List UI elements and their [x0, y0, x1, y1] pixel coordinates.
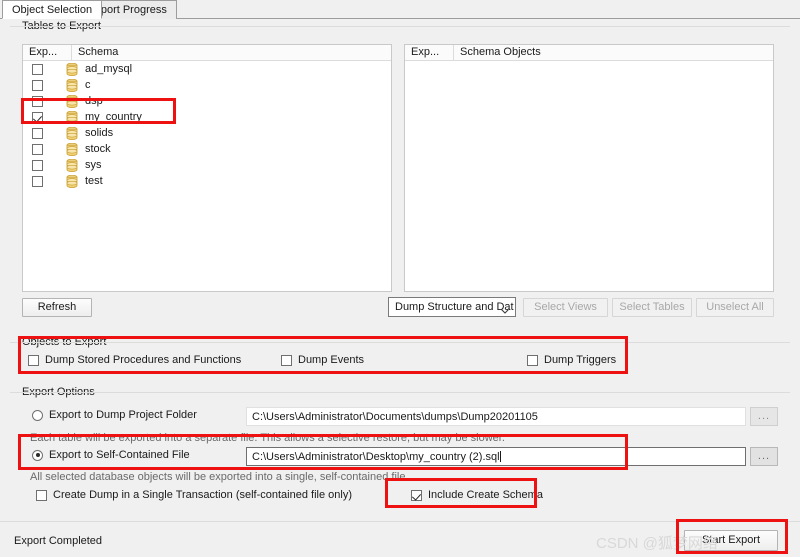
database-icon — [66, 78, 78, 92]
schema-objects-list-header: Exp... Schema Objects — [405, 45, 773, 61]
database-icon — [66, 94, 78, 108]
data-export-window: Object Selection Export Progress Tables … — [0, 0, 800, 557]
dump-stored-procedures-checkbox[interactable] — [28, 354, 39, 366]
project-folder-browse-button[interactable]: ... — [750, 407, 778, 426]
status-bar: Export Completed CSDN @狐梦网络 Start Export — [0, 521, 800, 557]
include-create-schema-label: Include Create Schema — [428, 489, 543, 501]
schema-row-0[interactable]: ad_mysql — [23, 61, 391, 77]
schema-row-3[interactable]: my_country — [23, 109, 391, 125]
schema-row-1[interactable]: c — [23, 77, 391, 93]
dump-triggers-label: Dump Triggers — [544, 354, 617, 366]
schema-row-4[interactable]: solids — [23, 125, 391, 141]
dump-type-combo-value: Dump Structure and Dat — [395, 301, 514, 313]
dump-type-combo[interactable]: Dump Structure and Dat — [388, 297, 516, 317]
export-project-folder-label: Export to Dump Project Folder — [49, 409, 197, 421]
dump-events-checkbox[interactable] — [281, 354, 292, 366]
column-header-schema: Schema — [78, 46, 119, 58]
schema-checkbox-3[interactable] — [32, 111, 43, 123]
export-project-folder-radio-row[interactable]: Export to Dump Project Folder — [32, 409, 197, 421]
database-icon — [66, 158, 78, 172]
schema-checkbox-5[interactable] — [32, 143, 43, 155]
schema-checkbox-2[interactable] — [32, 95, 43, 107]
self-contained-path-input[interactable]: C:\Users\Administrator\Desktop\my_countr… — [246, 447, 746, 466]
project-folder-hint: Each table will be exported into a separ… — [30, 432, 505, 444]
project-folder-path-value: C:\Users\Administrator\Documents\dumps\D… — [252, 411, 538, 423]
select-views-button[interactable]: Select Views — [523, 298, 608, 317]
schema-objects-list-pane[interactable]: Exp... Schema Objects — [404, 44, 774, 292]
include-create-schema-checkbox[interactable] — [411, 489, 422, 501]
schema-label-2: dsp — [85, 95, 103, 107]
schema-row-2[interactable]: dsp — [23, 93, 391, 109]
schema-label-3: my_country — [85, 111, 142, 123]
self-contained-browse-label: ... — [757, 450, 771, 462]
group-divider — [10, 392, 790, 393]
schema-checkbox-1[interactable] — [32, 79, 43, 91]
self-contained-browse-button[interactable]: ... — [750, 447, 778, 466]
schema-label-6: sys — [85, 159, 102, 171]
column-header-export: Exp... — [23, 45, 72, 60]
database-icon — [66, 62, 78, 76]
schema-row-6[interactable]: sys — [23, 157, 391, 173]
schema-label-7: test — [85, 175, 103, 187]
export-self-contained-radio-row[interactable]: Export to Self-Contained File — [32, 449, 190, 461]
schema-row-5[interactable]: stock — [23, 141, 391, 157]
dump-events-label: Dump Events — [298, 354, 365, 366]
schema-label-4: solids — [85, 127, 114, 139]
refresh-button[interactable]: Refresh — [22, 298, 92, 317]
single-transaction-checkbox[interactable] — [36, 489, 47, 501]
export-self-contained-radio[interactable] — [32, 449, 43, 461]
self-contained-path-value: C:\Users\Administrator\Desktop\my_countr… — [252, 451, 500, 463]
dump-stored-procedures-label: Dump Stored Procedures and Functions — [45, 354, 242, 366]
schema-label-5: stock — [85, 143, 111, 155]
schema-label-0: ad_mysql — [85, 63, 133, 75]
tab-object-selection-label: Object Selection — [12, 4, 93, 16]
tab-strip: Object Selection Export Progress — [0, 0, 800, 19]
select-tables-label: Select Tables — [619, 301, 685, 313]
unselect-all-label: Unselect All — [706, 301, 764, 313]
select-tables-button[interactable]: Select Tables — [612, 298, 692, 317]
export-project-folder-radio[interactable] — [32, 409, 43, 421]
export-self-contained-label: Export to Self-Contained File — [49, 449, 190, 461]
self-contained-hint: All selected database objects will be ex… — [30, 471, 409, 483]
schema-checkbox-0[interactable] — [32, 63, 43, 75]
refresh-button-label: Refresh — [37, 301, 77, 313]
schema-list-pane[interactable]: Exp... Schema ad_mysql c dsp my_country … — [22, 44, 392, 292]
schema-list-header: Exp... Schema — [23, 45, 391, 61]
status-text: Export Completed — [14, 535, 103, 547]
dump-stored-procedures-checkbox-row[interactable]: Dump Stored Procedures and Functions — [28, 354, 241, 366]
schema-label-1: c — [85, 79, 91, 91]
project-folder-path-input[interactable]: C:\Users\Administrator\Documents\dumps\D… — [246, 407, 746, 426]
schema-list-rows: ad_mysql c dsp my_country solids stock s… — [23, 61, 391, 189]
database-icon — [66, 142, 78, 156]
schema-checkbox-4[interactable] — [32, 127, 43, 139]
schema-checkbox-7[interactable] — [32, 175, 43, 187]
single-transaction-checkbox-row[interactable]: Create Dump in a Single Transaction (sel… — [36, 489, 352, 501]
include-create-schema-checkbox-row[interactable]: Include Create Schema — [411, 489, 543, 501]
dump-events-checkbox-row[interactable]: Dump Events — [281, 354, 364, 366]
column-header-export-objects: Exp... — [405, 45, 454, 60]
project-folder-browse-label: ... — [757, 410, 771, 422]
unselect-all-button[interactable]: Unselect All — [696, 298, 774, 317]
select-views-label: Select Views — [534, 301, 597, 313]
database-icon — [66, 174, 78, 188]
database-icon — [66, 126, 78, 140]
tab-object-selection[interactable]: Object Selection — [2, 0, 103, 19]
schema-row-7[interactable]: test — [23, 173, 391, 189]
group-divider — [10, 342, 790, 343]
dump-triggers-checkbox-row[interactable]: Dump Triggers — [527, 354, 616, 366]
chevron-down-icon — [501, 305, 509, 314]
csdn-watermark: CSDN @狐梦网络 — [596, 535, 718, 552]
single-transaction-label: Create Dump in a Single Transaction (sel… — [53, 489, 352, 501]
dump-triggers-checkbox[interactable] — [527, 354, 538, 366]
group-divider — [10, 26, 790, 27]
database-icon — [66, 110, 78, 124]
schema-checkbox-6[interactable] — [32, 159, 43, 171]
text-caret — [499, 451, 501, 462]
column-header-schema-objects: Schema Objects — [460, 46, 541, 58]
